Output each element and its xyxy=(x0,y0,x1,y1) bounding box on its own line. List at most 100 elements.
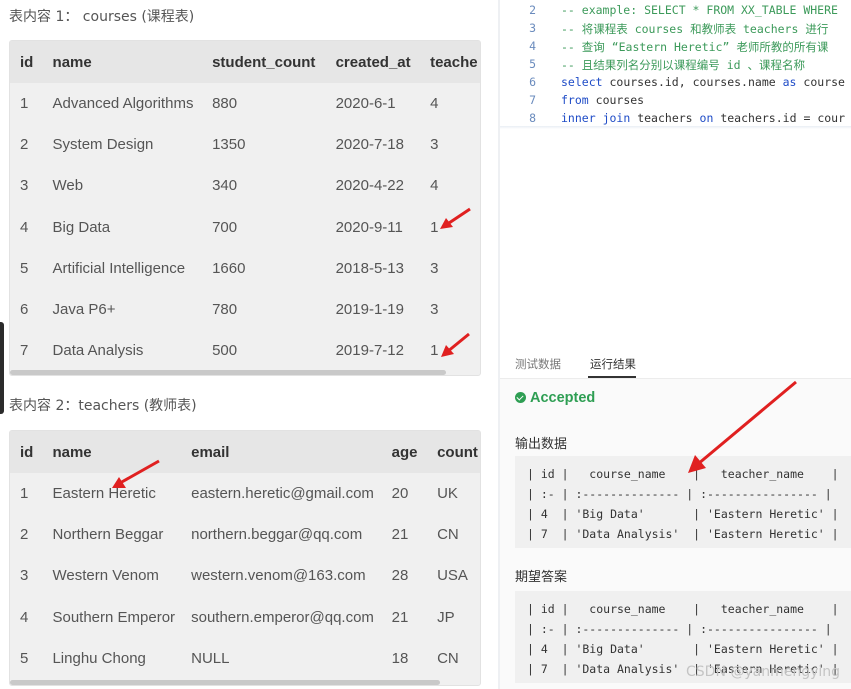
table-cell[interactable]: western.venom@163.com xyxy=(181,555,382,596)
code-text: select courses.id, courses.name as cours… xyxy=(561,75,845,89)
table-cell: Linghu Chong xyxy=(52,649,146,667)
sql-editor[interactable]: 2 -- example: SELECT * FROM XX_TABLE WHER… xyxy=(500,0,851,130)
table-cell: 6 xyxy=(20,301,29,319)
courses-table-scrollbar[interactable] xyxy=(10,370,446,375)
table-cell: 4 xyxy=(430,95,439,113)
table-cell: Southern Emperor xyxy=(52,608,176,626)
table-cell: 2019-7-12 xyxy=(335,342,404,360)
table-cell: USA xyxy=(437,567,468,585)
table-cell: 1 xyxy=(20,485,29,503)
line-number: 2 xyxy=(529,3,536,17)
table-cell: 3 xyxy=(430,259,439,277)
output-data-table: | id | course_name | teacher_name | | :-… xyxy=(515,456,851,548)
table-cell: 500 xyxy=(212,342,238,360)
table-cell: Western Venom xyxy=(52,567,159,585)
side-drawer-handle[interactable] xyxy=(0,322,4,414)
column-header: id xyxy=(10,431,43,473)
result-tabs: 测试数据 运行结果 xyxy=(500,345,851,379)
table-row: 7 Data Analysis 500 2019-7-12 1 xyxy=(10,330,480,371)
table-cell: 3 xyxy=(20,177,29,195)
table-cell: 2020-4-22 xyxy=(335,177,404,195)
table-cell: 1660 xyxy=(212,259,246,277)
tab-run-result[interactable]: 运行结果 xyxy=(590,356,636,372)
table-cell: 2 xyxy=(20,526,29,544)
line-number: 5 xyxy=(529,57,536,71)
code-text: -- example: SELECT * FROM XX_TABLE WHERE xyxy=(561,3,838,17)
column-header: email xyxy=(181,431,382,473)
column-header: age xyxy=(381,431,428,473)
table-cell: 2018-5-13 xyxy=(335,259,404,277)
table-cell: 1 xyxy=(20,95,29,113)
code-text: -- 将课程表 courses 和教师表 teachers 进行 xyxy=(561,22,829,36)
code-line[interactable]: 4 -- 查询 “Eastern Heretic” 老师所教的所有课 xyxy=(500,39,851,57)
table-cell: System Design xyxy=(52,136,154,154)
code-line[interactable]: 7 from courses xyxy=(500,93,851,111)
courses-table-container[interactable]: id name student_count created_at teache 1 Adv… xyxy=(9,40,481,376)
teachers-table-caption: 表内容 2：teachers (教师表) xyxy=(9,398,197,414)
teachers-table-container[interactable]: id name email age count 1 Eastern Heretic east… xyxy=(9,430,481,686)
code-line[interactable]: 2 -- example: SELECT * FROM XX_TABLE WHER… xyxy=(500,3,851,21)
table-row: 5 Artificial Intelligence 1660 2018-5-13 3 xyxy=(10,248,480,289)
table-row: 6 Java P6+ 780 2019-1-19 3 xyxy=(10,289,480,330)
table-row: 3 Web 340 2020-4-22 4 xyxy=(10,165,480,206)
table-cell: 3 xyxy=(20,567,29,585)
table-cell: Eastern Heretic xyxy=(52,485,156,503)
active-tab-indicator xyxy=(588,376,636,378)
table-cell: JP xyxy=(437,608,455,626)
table-row: 2 Northern Beggar northern.beggar@qq.com 21… xyxy=(10,514,480,555)
table-row: 4 Big Data 700 2020-9-11 1 xyxy=(10,207,480,248)
column-header: created_at xyxy=(325,41,421,83)
line-number: 4 xyxy=(529,39,536,53)
code-line[interactable]: 3 -- 将课程表 courses 和教师表 teachers 进行 xyxy=(500,21,851,39)
column-header: name xyxy=(42,431,182,473)
left-pane: 表内容 1： courses (课程表) id name student_count… xyxy=(0,0,498,689)
code-line[interactable]: 5 -- 且结果列名分别以课程编号 id 、课程名称 xyxy=(500,57,851,75)
table-cell: 20 xyxy=(391,485,409,503)
teachers-table: id name email age count 1 Eastern Heretic east… xyxy=(10,431,480,679)
result-panel: 测试数据 运行结果 Accepted 输出数据 | id | course_na… xyxy=(500,345,851,689)
teachers-table-scrollbar[interactable] xyxy=(10,680,440,685)
table-cell: Northern Beggar xyxy=(52,526,164,544)
table-cell: 3 xyxy=(430,136,439,154)
line-number: 6 xyxy=(529,75,536,89)
table-cell[interactable]: northern.beggar@qq.com xyxy=(181,514,382,555)
table-cell[interactable]: eastern.heretic@gmail.com xyxy=(181,473,382,514)
watermark: CSDN @yanmengying xyxy=(686,664,841,680)
table-cell: 1 xyxy=(430,218,439,236)
table-cell: 1 xyxy=(430,342,439,360)
table-cell: CN xyxy=(437,649,459,667)
column-header: teache xyxy=(420,41,480,83)
table-cell: 1350 xyxy=(212,136,246,154)
table-cell: Big Data xyxy=(52,218,111,236)
tab-test-data[interactable]: 测试数据 xyxy=(515,356,561,372)
table-row: 3 Western Venom western.venom@163.com 28 USA xyxy=(10,555,480,596)
table-cell: Web xyxy=(52,177,84,195)
table-cell: CN xyxy=(437,526,459,544)
table-cell: 700 xyxy=(212,218,238,236)
code-text: -- 查询 “Eastern Heretic” 老师所教的所有课 xyxy=(561,40,829,54)
table-cell: 2019-1-19 xyxy=(335,301,404,319)
right-pane: 2 -- example: SELECT * FROM XX_TABLE WHER… xyxy=(500,0,851,689)
table-cell: 4 xyxy=(20,608,29,626)
editor-bottom-edge xyxy=(500,126,851,129)
column-header: count xyxy=(427,431,480,473)
table-cell: Advanced Algorithms xyxy=(52,95,194,113)
table-cell: 5 xyxy=(20,649,29,667)
table-cell[interactable]: southern.emperor@qq.com xyxy=(181,597,382,638)
table-row: 1 Eastern Heretic eastern.heretic@gmail.co… xyxy=(10,473,480,514)
table-cell: NULL xyxy=(191,649,230,667)
line-number: 8 xyxy=(529,111,536,125)
code-text: -- 且结果列名分别以课程编号 id 、课程名称 xyxy=(561,58,805,72)
column-header: student_count xyxy=(202,41,326,83)
check-circle-icon xyxy=(515,392,526,403)
table-row: 4 Southern Emperor southern.emperor@qq.com… xyxy=(10,597,480,638)
table-cell: 18 xyxy=(391,649,409,667)
table-cell: 28 xyxy=(391,567,409,585)
table-cell: 21 xyxy=(391,608,409,626)
output-data-title: 输出数据 xyxy=(515,437,568,452)
code-line[interactable]: 6 select courses.id, courses.name as cour… xyxy=(500,75,851,93)
table-cell: 4 xyxy=(430,177,439,195)
column-header: id xyxy=(10,41,43,83)
courses-table: id name student_count created_at teache 1 Adv… xyxy=(10,41,480,371)
table-row: 2 System Design 1350 2020-7-18 3 xyxy=(10,124,480,165)
